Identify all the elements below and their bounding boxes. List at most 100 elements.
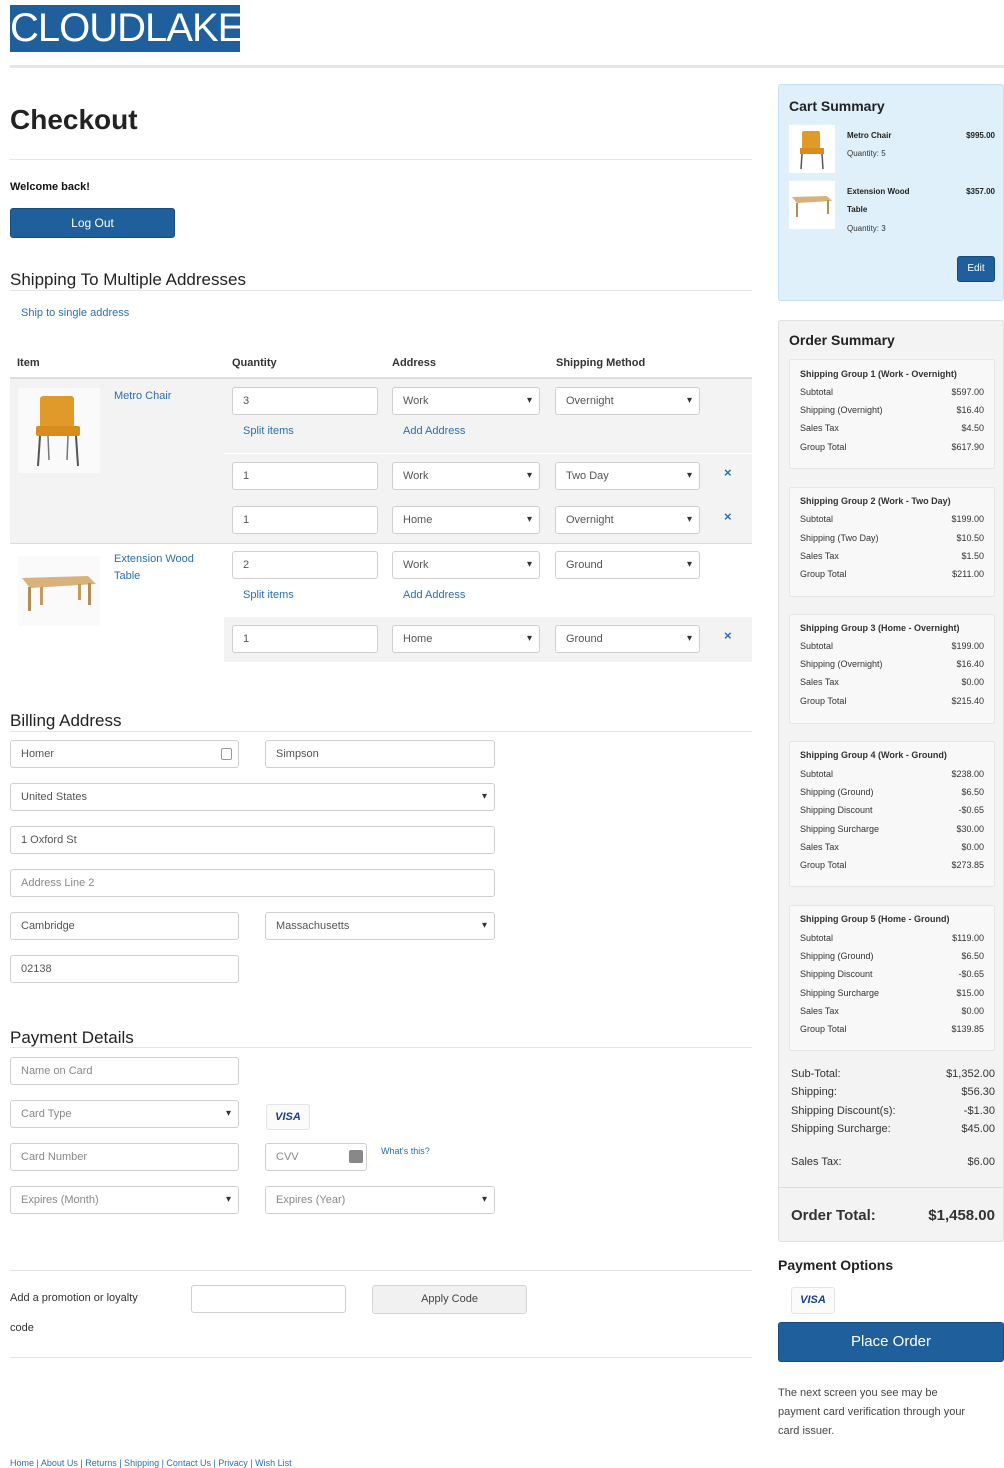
shipping-method-select[interactable]: Two Day [555,462,700,490]
shipping-method-select[interactable]: Overnight [555,387,700,415]
visa-payment-icon[interactable]: VISA [791,1287,835,1314]
row-value: $16.40 [956,659,984,669]
page-title: Checkout [10,104,138,135]
row-value: $139.85 [951,1024,984,1034]
total-value: $45.00 [961,1123,995,1135]
cart-chair-thumbnail[interactable] [789,125,835,173]
edit-cart-button[interactable]: Edit [957,256,995,282]
row-label: Shipping Surcharge [800,824,880,834]
shipping-group-3: Shipping Group 3 (Home - Overnight) Subt… [789,614,995,724]
expiry-year-select[interactable]: Expires (Year) [265,1186,495,1214]
row-value: $0.00 [961,677,984,687]
promo-code-input[interactable] [191,1285,346,1313]
row-value: $4.50 [961,423,984,433]
split-items-link[interactable]: Split items [243,425,294,437]
row-label: Shipping (Two Day) [800,533,879,543]
verification-note: The next screen you see may be payment c… [778,1384,965,1441]
quantity-input[interactable]: 1 [232,506,378,534]
logout-button[interactable]: Log Out [10,208,175,238]
quantity-input[interactable]: 3 [232,387,378,415]
total-value: $1,352.00 [946,1068,995,1080]
metro-chair-thumbnail[interactable] [18,388,100,473]
shipping-title: Shipping To Multiple Addresses [10,270,246,289]
row-value: $16.40 [956,405,984,415]
quantity-input[interactable]: 1 [232,625,378,653]
expiry-month-select[interactable]: Expires (Month) [10,1186,239,1214]
remove-row-icon[interactable]: × [724,465,732,480]
row-label: Subtotal [800,387,834,397]
quantity-input[interactable]: 1 [232,462,378,490]
name-on-card-field[interactable]: Name on Card [10,1057,239,1085]
card-type-select[interactable]: Card Type [10,1100,239,1128]
quantity-input[interactable]: 2 [232,551,378,579]
verification-note-line: The next screen you see may be [778,1387,938,1399]
row-label: Subtotal [800,641,834,651]
group-title: Shipping Group 1 (Work - Overnight) [800,369,957,379]
place-order-button[interactable]: Place Order [778,1322,1004,1362]
row-value: $30.00 [956,824,984,834]
chair-image-icon [800,131,824,170]
address-select[interactable]: Home [392,625,540,653]
row-label: Group Total [800,569,847,579]
visa-icon: VISA [266,1104,310,1130]
row-label: Shipping (Ground) [800,787,874,797]
row-label: Shipping Discount [800,969,873,979]
shipping-method-select[interactable]: Ground [555,551,700,579]
row-value: $0.00 [961,1006,984,1016]
row-value: $119.00 [952,933,984,943]
table-image-icon [22,576,96,611]
shipping-method-select[interactable]: Ground [555,625,700,653]
col-shipping-method: Shipping Method [556,357,646,369]
row-label: Sales Tax [800,423,839,433]
row-label: Sales Tax [800,677,839,687]
row-value: $238.00 [951,769,984,779]
zip-field[interactable]: 02138 [10,955,239,983]
city-field[interactable]: Cambridge [10,912,239,940]
divider [10,1047,752,1048]
state-select[interactable]: Massachusetts [265,912,495,940]
divider [10,731,752,732]
card-number-field[interactable]: Card Number [10,1143,239,1171]
ship-single-link[interactable]: Ship to single address [21,307,129,319]
row-value: $6.50 [961,787,984,797]
total-label: Shipping Discount(s): [791,1105,896,1117]
group-title: Shipping Group 4 (Work - Ground) [800,750,947,760]
shipping-method-select[interactable]: Overnight [555,506,700,534]
row-label: Sales Tax [800,842,839,852]
item-name-extension-wood-table[interactable]: Extension Wood Table [114,551,214,585]
split-items-link[interactable]: Split items [243,589,294,601]
address-select[interactable]: Work [392,387,540,415]
add-address-link[interactable]: Add Address [403,589,465,601]
address-select[interactable]: Home [392,506,540,534]
address-select[interactable]: Work [392,462,540,490]
remove-row-icon[interactable]: × [724,628,732,643]
row-value: -$0.65 [958,805,984,815]
footer-links[interactable]: Home | About Us | Returns | Shipping | C… [10,1458,292,1468]
divider [10,290,752,291]
address-line2-field[interactable]: Address Line 2 [10,869,495,897]
remove-row-icon[interactable]: × [724,509,732,524]
row-label: Sales Tax [800,1006,839,1016]
row-label: Subtotal [800,514,834,524]
cart-table-thumbnail[interactable] [789,181,835,229]
whats-this-link[interactable]: What's this? [381,1146,430,1156]
row-value: $211.00 [952,569,984,579]
brand-logo[interactable]: CLOUDLAKE [10,5,244,52]
country-select[interactable]: United States [10,783,495,811]
last-name-field[interactable]: Simpson [265,740,495,768]
item-name-metro-chair[interactable]: Metro Chair [114,388,171,405]
cart-item-name: Extension Wood [847,187,910,196]
row-value: $15.00 [956,988,984,998]
first-name-field[interactable]: Homer [10,740,239,768]
add-address-link[interactable]: Add Address [403,425,465,437]
row-label: Sales Tax [800,551,839,561]
row-value: $199.00 [951,514,984,524]
wood-table-thumbnail[interactable] [18,556,100,626]
divider [10,543,752,544]
cart-item-price: $995.00 [966,131,995,140]
apply-code-button[interactable]: Apply Code [372,1285,527,1314]
address-select[interactable]: Work [392,551,540,579]
cart-summary-title: Cart Summary [789,98,885,114]
address-line1-field[interactable]: 1 Oxford St [10,826,495,854]
col-item: Item [17,357,40,369]
